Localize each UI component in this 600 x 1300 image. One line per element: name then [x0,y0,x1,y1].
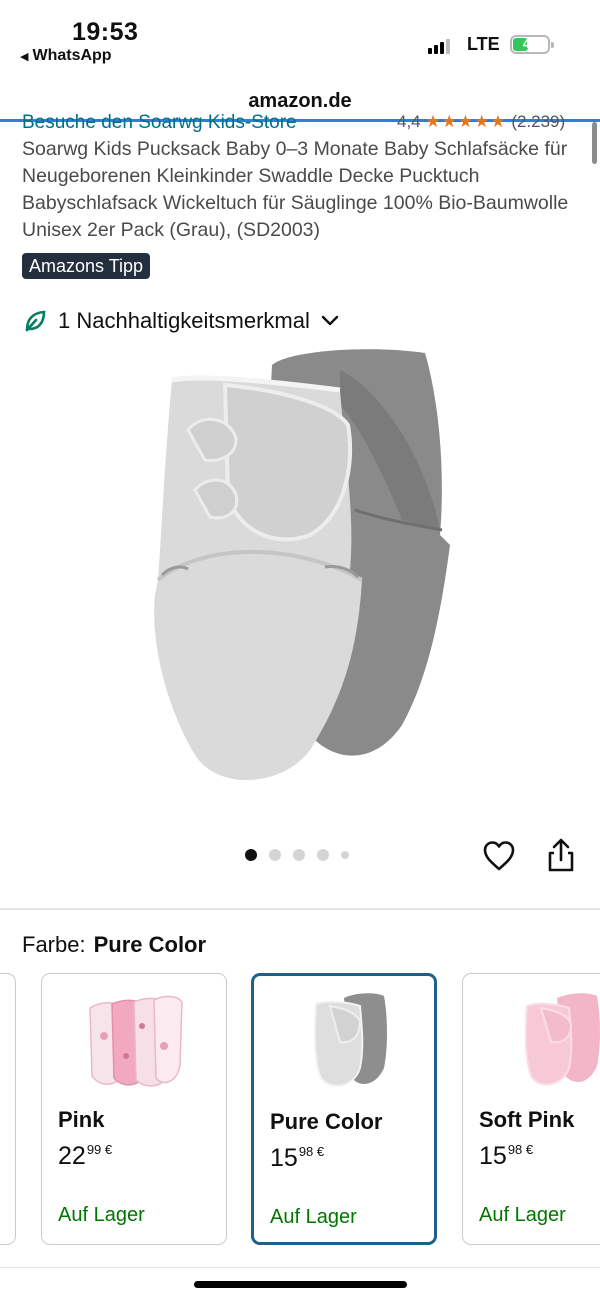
section-divider [0,908,600,910]
scrollbar[interactable] [592,122,597,164]
selected-color-name: Pure Color [93,932,207,957]
bottom-divider [0,1267,600,1268]
home-indicator[interactable] [194,1281,407,1288]
color-variant-card-pure-color[interactable]: Pure Color 1598 € Auf Lager [251,973,437,1245]
sustainability-dropdown[interactable]: 1 Nachhaltigkeitsmerkmal [22,308,340,334]
leaf-icon [25,310,46,332]
color-variant-carousel[interactable]: Pink 2299 € Auf Lager Pure Color 1598 € … [0,973,600,1248]
url-text: amazon.de [248,90,352,112]
amazons-choice-badge: Amazons Tipp [22,253,151,279]
clock: 19:53 [72,18,139,46]
carousel-dot[interactable] [293,849,305,861]
product-title: Soarwg Kids Pucksack Baby 0–3 Monate Bab… [22,138,569,241]
sustainability-label: 1 Nachhaltigkeitsmerkmal [58,308,310,333]
image-carousel-indicator[interactable] [245,849,349,861]
rating-stars-icon: ★★★★★ [425,112,507,131]
variant-thumbnail-pink [89,995,183,1087]
carousel-dot[interactable] [245,849,257,861]
variant-name: Soft Pink [479,1107,575,1132]
variant-stock-status: Auf Lager [270,1206,357,1228]
product-main-image[interactable] [140,345,460,795]
carousel-dot[interactable] [341,851,349,859]
store-link[interactable]: Besuche den Soarwg Kids-Store [22,112,297,132]
variant-price: 1598 € [270,1144,325,1172]
wishlist-heart-icon[interactable] [481,838,517,874]
cellular-signal-icon [428,36,450,54]
variant-price: 2299 € [58,1142,113,1170]
store-rating-row: Besuche den Soarwg Kids-Store 4,4 ★★★★★ … [22,110,582,132]
carousel-dot[interactable] [269,849,281,861]
chevron-down-icon [321,315,339,326]
rating[interactable]: 4,4 ★★★★★ (2.239) [397,112,565,132]
battery-level: 42 [522,36,538,51]
color-variant-card-pink[interactable]: Pink 2299 € Auf Lager [41,973,227,1245]
color-variant-card-soft-pink[interactable]: Soft Pink 1598 € Auf Lager [462,973,600,1245]
variant-thumbnail-pure-color [313,993,387,1087]
color-label-prefix: Farbe: [22,932,86,957]
rating-count: (2.239) [511,112,566,131]
variant-stock-status: Auf Lager [479,1204,566,1226]
share-icon[interactable] [544,836,578,874]
battery-icon: 42 [510,35,554,54]
variant-stock-status: Auf Lager [58,1204,145,1226]
back-app-label: WhatsApp [32,47,112,64]
rating-value: 4,4 [397,112,421,131]
back-to-whatsapp-link[interactable]: ◀ WhatsApp [20,47,112,65]
status-bar: 19:53 ◀ WhatsApp LTE 42 [0,0,600,80]
back-triangle-icon: ◀ [20,51,29,63]
color-variant-card-partial[interactable] [0,973,16,1245]
carousel-dot[interactable] [317,849,329,861]
color-selection-label: Farbe: Pure Color [22,932,206,958]
network-type: LTE [467,34,500,54]
variant-name: Pink [58,1107,105,1132]
variant-thumbnail-soft-pink [524,993,600,1086]
variant-price: 1598 € [479,1142,534,1170]
variant-name: Pure Color [270,1109,383,1134]
